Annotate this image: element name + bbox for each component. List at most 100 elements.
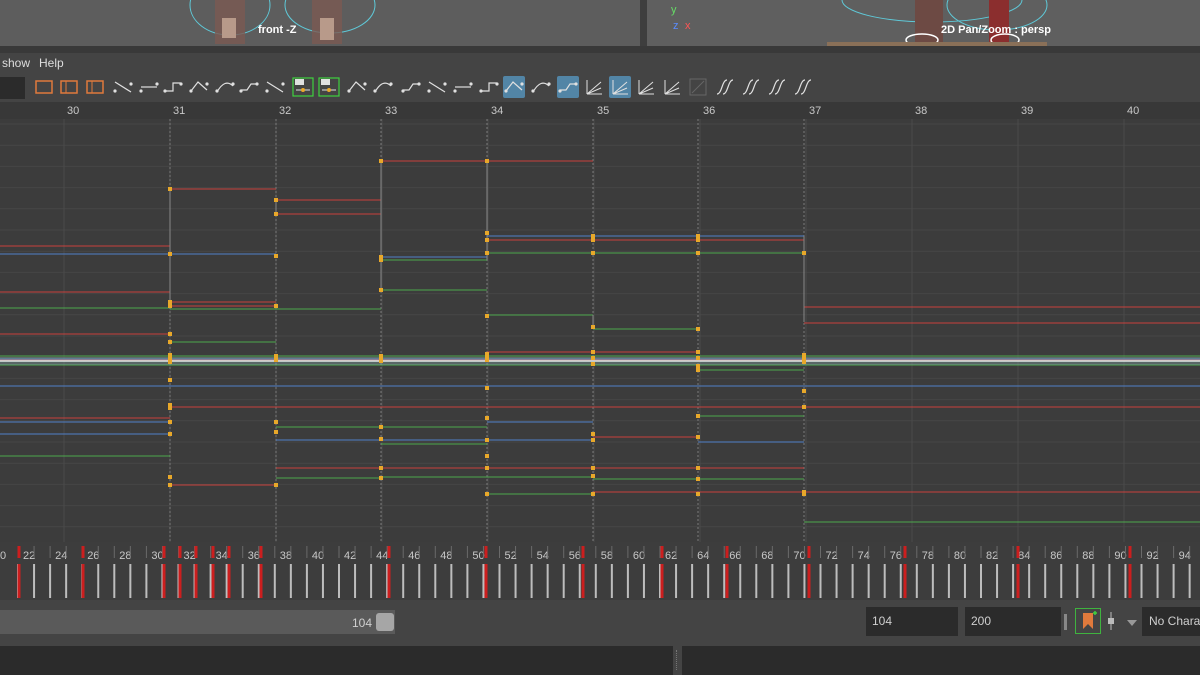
keyframe[interactable] <box>591 238 595 242</box>
auto-tangent-button[interactable] <box>112 76 134 98</box>
curve-4-button[interactable] <box>792 76 814 98</box>
post-infinity-button[interactable] <box>635 76 657 98</box>
keyframe[interactable] <box>591 432 595 436</box>
keyframe[interactable] <box>485 251 489 255</box>
keyframe[interactable] <box>485 238 489 242</box>
keyframe[interactable] <box>591 251 595 255</box>
keyframe[interactable] <box>696 238 700 242</box>
keyframe[interactable] <box>168 340 172 344</box>
in-tangent-button[interactable] <box>292 76 314 98</box>
keyframe[interactable] <box>274 212 278 216</box>
normalize-button[interactable] <box>557 76 579 98</box>
curve-3-button[interactable] <box>766 76 788 98</box>
keyframe[interactable] <box>168 304 172 308</box>
keyframe[interactable] <box>802 251 806 255</box>
keyframe[interactable] <box>379 288 383 292</box>
pre-infinity-button[interactable] <box>609 76 631 98</box>
time-snap-button[interactable] <box>503 76 525 98</box>
keyframe[interactable] <box>696 466 700 470</box>
keyframe[interactable] <box>168 378 172 382</box>
value-snap-button[interactable] <box>530 76 552 98</box>
keyframe[interactable] <box>379 354 383 358</box>
range-start-field[interactable]: 104 <box>866 607 958 636</box>
keyframe[interactable] <box>802 492 806 496</box>
keyframe[interactable] <box>696 492 700 496</box>
flat-tangent-button[interactable] <box>214 76 236 98</box>
keyframe[interactable] <box>591 234 595 238</box>
constrain-button[interactable] <box>661 76 683 98</box>
keyframe[interactable] <box>379 159 383 163</box>
keyframe[interactable] <box>168 360 172 364</box>
curve-graph[interactable]: 30 31 32 33 34 35 36 37 38 39 40 <box>0 102 1200 542</box>
keyframe[interactable] <box>485 454 489 458</box>
range-slider[interactable] <box>0 610 395 634</box>
plateau-tangent-button[interactable] <box>264 76 286 98</box>
command-line-input[interactable] <box>0 646 673 675</box>
keyframe[interactable] <box>168 475 172 479</box>
keyframe[interactable] <box>696 477 700 481</box>
keyframe[interactable] <box>485 386 489 390</box>
keyframe[interactable] <box>696 327 700 331</box>
keyframe[interactable] <box>485 416 489 420</box>
keyframe[interactable] <box>168 187 172 191</box>
keyframe[interactable] <box>591 466 595 470</box>
keyframe[interactable] <box>379 258 383 262</box>
keyframe[interactable] <box>591 438 595 442</box>
keyframe[interactable] <box>802 405 806 409</box>
time-slider[interactable]: 0 22 24 26 28 30 32 34 36 38 40 42 44 46 48 50 52 54 56 58 6… <box>0 542 1200 600</box>
keyframe[interactable] <box>274 358 278 362</box>
keyframe[interactable] <box>168 432 172 436</box>
keyframe[interactable] <box>591 350 595 354</box>
keyframe[interactable] <box>591 492 595 496</box>
keyframe[interactable] <box>168 420 172 424</box>
keyframe[interactable] <box>168 252 172 256</box>
clamped-tangent-button[interactable] <box>162 76 184 98</box>
keyframe[interactable] <box>274 254 278 258</box>
keyframe[interactable] <box>168 332 172 336</box>
key-preferences-icon[interactable] <box>1106 610 1116 632</box>
range-end-field[interactable]: 200 <box>965 607 1061 636</box>
denormalize-button[interactable] <box>583 76 605 98</box>
keyframe[interactable] <box>591 362 595 366</box>
command-line-splitter[interactable] <box>676 650 680 670</box>
character-set-field[interactable]: No Character Set <box>1142 607 1200 636</box>
keyframe[interactable] <box>802 360 806 364</box>
range-slider-handle[interactable] <box>376 613 394 631</box>
panel-splitter[interactable] <box>0 46 1200 53</box>
keyframe[interactable] <box>485 492 489 496</box>
keyframe[interactable] <box>485 358 489 362</box>
menu-item-help[interactable]: Help <box>39 56 64 70</box>
auto-key-button[interactable] <box>1075 608 1101 634</box>
keyframe[interactable] <box>696 356 700 360</box>
keyframe[interactable] <box>274 354 278 358</box>
spline-tangent-button[interactable] <box>138 76 160 98</box>
keyframe[interactable] <box>696 350 700 354</box>
keyframe[interactable] <box>485 314 489 318</box>
keyframe[interactable] <box>591 356 595 360</box>
keyframe[interactable] <box>379 425 383 429</box>
front-viewport[interactable]: front -Z <box>0 0 640 47</box>
step-tangent-button[interactable] <box>238 76 260 98</box>
keyframe[interactable] <box>696 435 700 439</box>
buffer-curve-button[interactable] <box>346 76 368 98</box>
frame-playback-range-button[interactable] <box>84 76 106 98</box>
keyframe[interactable] <box>591 325 595 329</box>
out-tangent-button[interactable] <box>318 76 340 98</box>
keyframe[interactable] <box>696 234 700 238</box>
keyframe[interactable] <box>379 466 383 470</box>
keyframe[interactable] <box>591 474 595 478</box>
keyframe[interactable] <box>379 359 383 363</box>
keyframe[interactable] <box>802 389 806 393</box>
lock-tangent-weight-button[interactable] <box>478 76 500 98</box>
curve-graph-canvas[interactable]: 30 31 32 33 34 35 36 37 38 39 40 <box>0 102 1200 542</box>
menu-item-show[interactable]: show <box>2 56 30 70</box>
keyframe[interactable] <box>168 300 172 304</box>
keyframe[interactable] <box>168 356 172 360</box>
keyframe[interactable] <box>274 420 278 424</box>
keyframe[interactable] <box>168 483 172 487</box>
keyframe[interactable] <box>485 466 489 470</box>
key-stats-button[interactable] <box>687 76 709 98</box>
keyframe[interactable] <box>696 364 700 368</box>
keyframe[interactable] <box>696 368 700 372</box>
character-set-dropdown-icon[interactable] <box>1126 615 1138 633</box>
